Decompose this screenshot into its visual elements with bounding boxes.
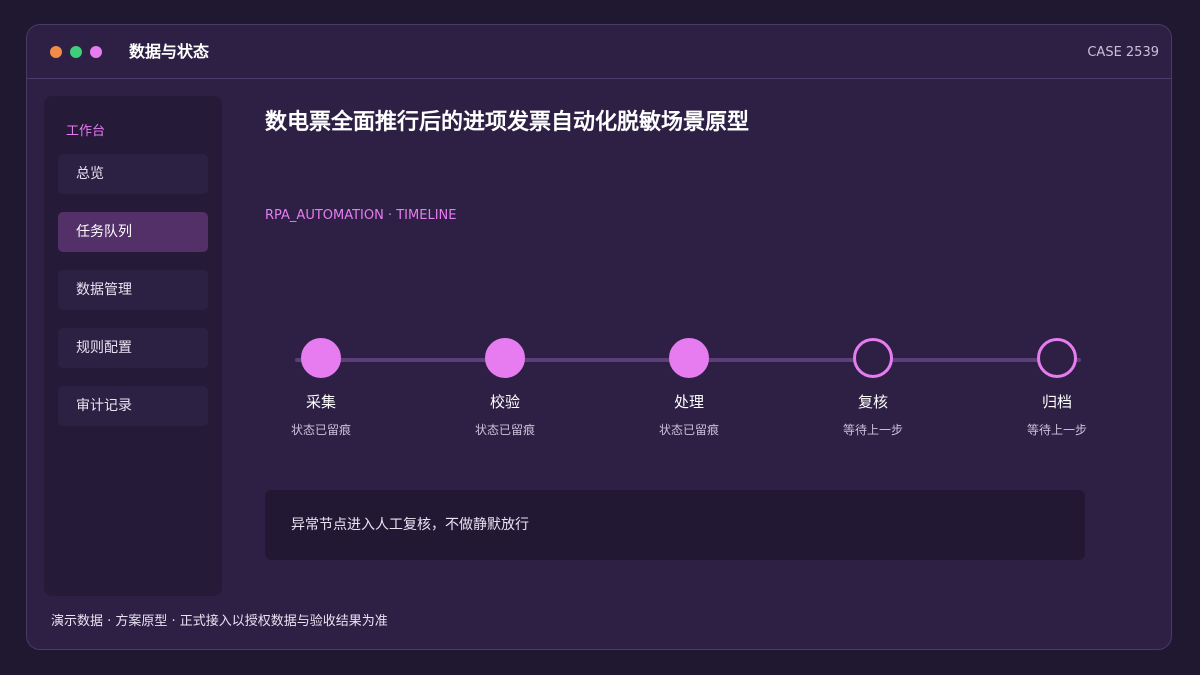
timeline-step-label: 校验 <box>489 393 520 411</box>
timeline-step-review[interactable]: 复核 等待上一步 <box>813 338 933 438</box>
sidebar-item-data-management[interactable]: 数据管理 <box>58 270 208 310</box>
timeline-step-archive[interactable]: 归档 等待上一步 <box>997 338 1117 438</box>
timeline-step-status: 状态已留痕 <box>474 423 535 437</box>
sidebar: 工作台 总览 任务队列 数据管理 规则配置 审计记录 <box>44 96 222 596</box>
sidebar-item-audit-log[interactable]: 审计记录 <box>58 386 208 426</box>
timeline-node-pending <box>1037 338 1077 378</box>
window-minimize-button[interactable] <box>90 46 102 58</box>
timeline-step-label: 复核 <box>857 393 888 411</box>
timeline-node <box>485 338 525 378</box>
window-close-button[interactable] <box>50 46 62 58</box>
sidebar-item-overview[interactable]: 总览 <box>58 154 208 194</box>
sidebar-item-rule-config[interactable]: 规则配置 <box>58 328 208 368</box>
timeline-step-status: 状态已留痕 <box>290 423 351 437</box>
footer-note: 演示数据 · 方案原型 · 正式接入以授权数据与验收结果为准 <box>51 614 388 629</box>
timeline-node <box>669 338 709 378</box>
app-window: 数据与状态 CASE 2539 工作台 总览 任务队列 数据管理 规则配置 审计… <box>26 24 1172 650</box>
timeline-node-pending <box>853 338 893 378</box>
timeline-step-validate[interactable]: 校验 状态已留痕 <box>445 338 565 438</box>
timeline-step-label: 处理 <box>673 393 704 411</box>
timeline-step-process[interactable]: 处理 状态已留痕 <box>629 338 749 438</box>
notice-panel: 异常节点进入人工复核，不做静默放行 <box>265 490 1085 560</box>
case-id: CASE 2539 <box>1087 45 1159 60</box>
section-subtitle: RPA_AUTOMATION · TIMELINE <box>265 208 457 223</box>
timeline-step-label: 采集 <box>305 393 336 411</box>
title-bar: 数据与状态 CASE 2539 <box>27 25 1171 79</box>
window-maximize-button[interactable] <box>70 46 82 58</box>
timeline-step-label: 归档 <box>1041 393 1072 411</box>
sidebar-item-task-queue[interactable]: 任务队列 <box>58 212 208 252</box>
timeline-step-status: 等待上一步 <box>1026 423 1087 437</box>
window-title: 数据与状态 <box>129 42 210 61</box>
page-title: 数电票全面推行后的进项发票自动化脱敏场景原型 <box>265 110 750 135</box>
timeline-step-status: 等待上一步 <box>842 423 903 437</box>
timeline-step-collect[interactable]: 采集 状态已留痕 <box>261 338 381 438</box>
sidebar-heading: 工作台 <box>66 124 106 139</box>
timeline-node <box>301 338 341 378</box>
timeline-step-status: 状态已留痕 <box>658 423 719 437</box>
